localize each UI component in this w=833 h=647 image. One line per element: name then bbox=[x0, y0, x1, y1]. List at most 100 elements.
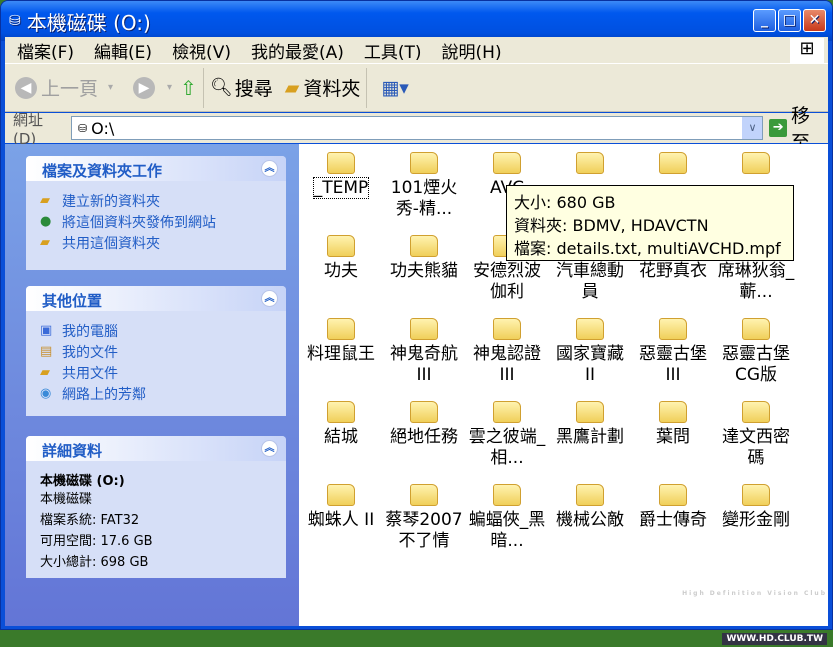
folder-icon bbox=[659, 152, 687, 174]
folder-item[interactable]: 功夫 bbox=[300, 229, 382, 282]
folder-label: 安德烈波伽利 bbox=[473, 261, 541, 302]
folder-label: 功夫 bbox=[324, 261, 358, 281]
minimize-button[interactable]: _ bbox=[753, 9, 776, 32]
folder-icon bbox=[742, 152, 770, 174]
folders-button[interactable]: 資料夾 bbox=[303, 74, 360, 101]
address-dropdown-button[interactable]: ∨ bbox=[742, 117, 763, 139]
new-folder-icon: ▰ bbox=[40, 193, 50, 208]
folder-item[interactable]: 黑鷹計劃 bbox=[549, 395, 631, 448]
collapse-icon[interactable]: ︽ bbox=[261, 290, 278, 307]
computer-icon: ▣ bbox=[40, 323, 53, 338]
folder-label: 蔡琴2007不了情 bbox=[385, 510, 463, 551]
back-arrow-icon[interactable]: ◀ bbox=[15, 76, 37, 99]
folder-icon bbox=[410, 152, 438, 174]
task-new-folder[interactable]: ▰ 建立新的資料夾 bbox=[40, 190, 286, 211]
folder-item[interactable]: 機械公敵 bbox=[549, 478, 631, 531]
folder-item[interactable]: 爵士傳奇 bbox=[632, 478, 714, 531]
folder-icon bbox=[493, 318, 521, 340]
folder-item[interactable]: 101煙火秀-精... bbox=[383, 146, 465, 220]
tooltip: 大小: 680 GB 資料夾: BDMV, HDAVCTN 檔案: detail… bbox=[506, 185, 794, 261]
folder-label: 葉問 bbox=[656, 427, 690, 447]
folder-item[interactable]: 蜘蛛人 II bbox=[300, 478, 382, 531]
task-share-folder[interactable]: ▰ 共用這個資料夾 bbox=[40, 232, 286, 253]
folder-item[interactable]: 國家寶藏 II bbox=[549, 312, 631, 386]
place-network[interactable]: ◉ 網路上的芳鄰 bbox=[40, 383, 286, 404]
watermark-tag: High Definition Vision Club bbox=[682, 590, 827, 597]
collapse-icon[interactable]: ︽ bbox=[261, 440, 278, 457]
place-my-documents[interactable]: ▤ 我的文件 bbox=[40, 341, 286, 362]
menu-tools[interactable]: 工具(T) bbox=[364, 38, 422, 63]
folder-label: 料理鼠王 bbox=[307, 344, 375, 364]
views-button[interactable]: ▦▾ bbox=[381, 77, 409, 99]
folder-label: 汽車總動員 bbox=[556, 261, 624, 302]
panel-header[interactable]: 檔案及資料夾工作 ︽ bbox=[26, 156, 286, 181]
search-icon: 🔍︎ bbox=[209, 77, 233, 98]
collapse-icon[interactable]: ︽ bbox=[261, 160, 278, 177]
folder-item[interactable]: 變形金剛 bbox=[715, 478, 797, 531]
place-label: 我的電腦 bbox=[62, 323, 118, 340]
folder-item[interactable] bbox=[715, 146, 797, 178]
panel-title: 詳細資料 bbox=[42, 442, 103, 460]
folder-item[interactable]: 料理鼠王 bbox=[300, 312, 382, 365]
menu-view[interactable]: 檢視(V) bbox=[172, 38, 231, 63]
address-input[interactable]: ⛁ O:\ ∨ bbox=[70, 116, 764, 140]
folder-item[interactable]: 結城 bbox=[300, 395, 382, 448]
detail-type: 本機磁碟 bbox=[40, 492, 93, 507]
folder-item[interactable]: 惡靈古堡CG版 bbox=[715, 312, 797, 386]
network-icon: ◉ bbox=[40, 386, 52, 401]
folder-item[interactable]: 神鬼奇航 III bbox=[383, 312, 465, 386]
task-label: 共用這個資料夾 bbox=[62, 235, 160, 252]
details-panel: 詳細資料 ︽ 本機磁碟 (O:) 本機磁碟 檔案系統: FAT32 可用空間: 1… bbox=[26, 436, 286, 578]
folder-item[interactable]: _TEMP bbox=[300, 146, 382, 199]
back-button[interactable]: 上一頁 bbox=[41, 74, 98, 101]
folder-icon: ▰ bbox=[40, 365, 50, 380]
folder-icon bbox=[410, 484, 438, 506]
watermark-logo-text: HDCLUB bbox=[726, 597, 827, 622]
go-arrow-icon: ➔ bbox=[769, 119, 787, 137]
documents-icon: ▤ bbox=[40, 344, 53, 359]
maximize-button[interactable]: □ bbox=[778, 9, 801, 32]
forward-button[interactable]: ▶ bbox=[133, 76, 156, 99]
folder-item[interactable] bbox=[632, 146, 714, 178]
place-shared-documents[interactable]: ▰ 共用文件 bbox=[40, 362, 286, 383]
folder-item[interactable]: 葉問 bbox=[632, 395, 714, 448]
folder-item[interactable]: 神鬼認證 III bbox=[466, 312, 548, 386]
window-title: 本機磁碟 (O:) bbox=[26, 10, 151, 35]
folder-label: 蜘蛛人 II bbox=[307, 510, 375, 530]
close-button[interactable]: ✕ bbox=[803, 9, 826, 32]
folder-item[interactable]: 雲之彼端_相... bbox=[466, 395, 548, 469]
folder-icon bbox=[576, 152, 604, 174]
folder-label: 惡靈古堡CG版 bbox=[722, 344, 790, 385]
folder-item[interactable]: 絕地任務 bbox=[383, 395, 465, 448]
other-places-panel: 其他位置 ︽ ▣ 我的電腦 ▤ 我的文件 ▰ 共用文件 ◉ 網路上的芳鄰 bbox=[26, 286, 286, 416]
menu-file[interactable]: 檔案(F) bbox=[17, 38, 74, 63]
detail-name: 本機磁碟 (O:) bbox=[40, 473, 125, 489]
folder-item[interactable]: 惡靈古堡 III bbox=[632, 312, 714, 386]
share-folder-icon: ▰ bbox=[40, 235, 50, 250]
folder-item[interactable] bbox=[549, 146, 631, 178]
up-folder-button[interactable]: ⇧ bbox=[180, 76, 197, 100]
folder-item[interactable]: 蔡琴2007不了情 bbox=[383, 478, 465, 552]
menu-help[interactable]: 說明(H) bbox=[442, 38, 502, 63]
task-publish-web[interactable]: ● 將這個資料夾發佈到網站 bbox=[40, 211, 286, 232]
panel-header[interactable]: 詳細資料 ︽ bbox=[26, 436, 286, 461]
folder-item[interactable]: 達文西密碼 bbox=[715, 395, 797, 469]
toolbar: ◀ 上一頁 ▾ ▶ ▾ ⇧ 🔍︎ 搜尋 ▰ 資料夾 ▦▾ bbox=[5, 64, 828, 112]
folder-item[interactable]: 蝙蝠俠_黑暗... bbox=[466, 478, 548, 552]
panel-header[interactable]: 其他位置 ︽ bbox=[26, 286, 286, 311]
back-dropdown-icon[interactable]: ▾ bbox=[108, 82, 113, 93]
panel-title: 檔案及資料夾工作 bbox=[42, 162, 163, 180]
place-my-computer[interactable]: ▣ 我的電腦 bbox=[40, 320, 286, 341]
task-label: 將這個資料夾發佈到網站 bbox=[62, 214, 216, 231]
forward-dropdown-icon[interactable]: ▾ bbox=[167, 82, 172, 93]
place-label: 共用文件 bbox=[62, 365, 118, 382]
folder-item[interactable]: 功夫熊貓 bbox=[383, 229, 465, 282]
folder-label: 達文西密碼 bbox=[722, 427, 790, 468]
folder-label: 雲之彼端_相... bbox=[468, 427, 546, 468]
search-button[interactable]: 搜尋 bbox=[235, 74, 273, 101]
menu-favorites[interactable]: 我的最愛(A) bbox=[251, 38, 344, 63]
folder-icon bbox=[410, 318, 438, 340]
folder-label: 功夫熊貓 bbox=[390, 261, 458, 281]
menu-edit[interactable]: 編輯(E) bbox=[94, 38, 152, 63]
place-label: 我的文件 bbox=[62, 344, 118, 361]
